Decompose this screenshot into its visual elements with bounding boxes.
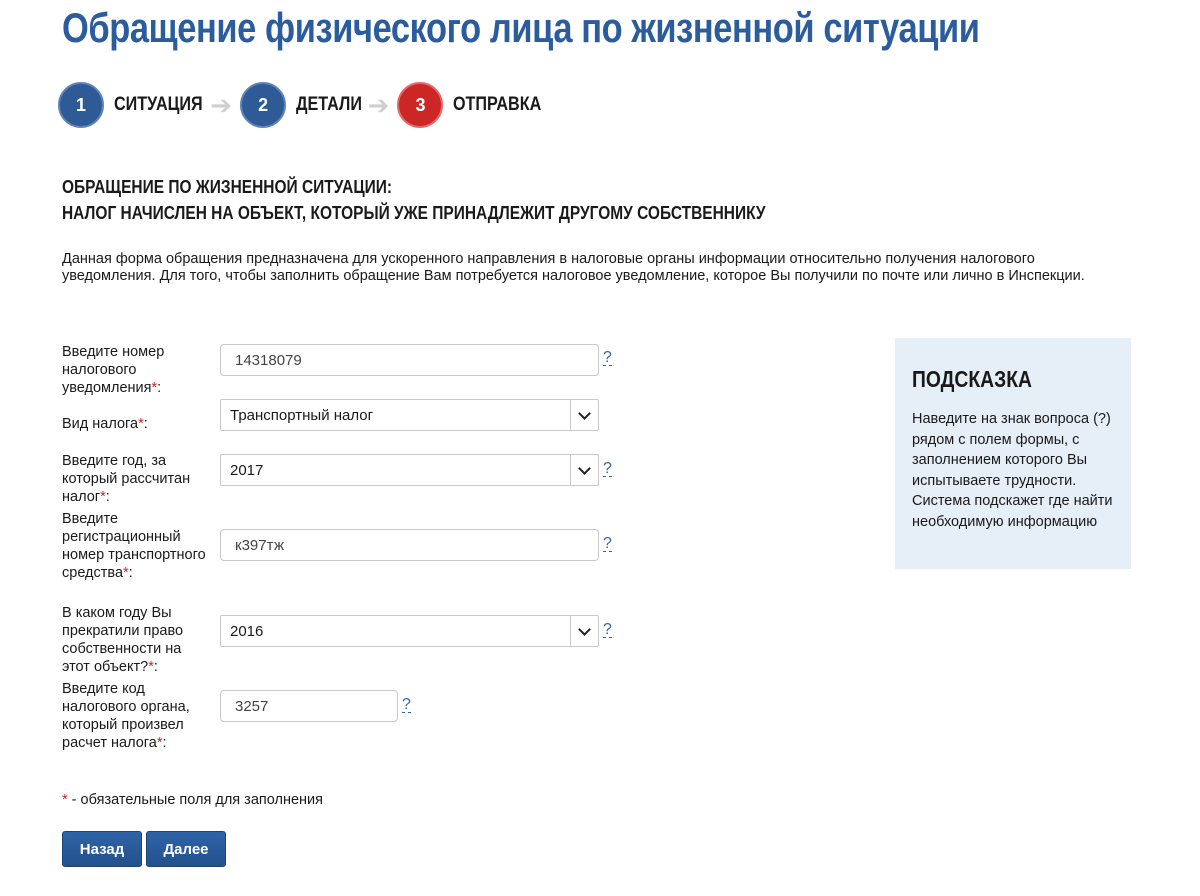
required-fields-note: * - обязательные поля для заполнения <box>62 792 323 808</box>
step-3-number: 3 <box>397 82 444 128</box>
vehicle-number-input[interactable]: к397тж <box>220 529 599 561</box>
tax-type-label: Вид налога*: <box>62 416 148 432</box>
required-mark: * <box>138 416 144 432</box>
tax-type-select[interactable]: Транспортный налог <box>220 399 599 431</box>
ownership-end-year-help-icon[interactable]: ? <box>603 622 612 638</box>
tax-year-label: Введите год, за который рассчитан налог*… <box>62 453 191 505</box>
tax-type-value: Транспортный налог <box>230 406 374 424</box>
step-2-number: 2 <box>240 82 287 128</box>
ownership-end-year-label: В каком году Вы прекратили право собстве… <box>62 605 184 675</box>
vehicle-number-help-icon[interactable]: ? <box>603 536 612 552</box>
hint-text: Наведите на знак вопроса (?) рядом с пол… <box>912 411 1113 530</box>
notice-number-help-icon[interactable]: ? <box>603 350 612 366</box>
notice-number-label: Введите номер налогового уведомления*: <box>62 344 165 396</box>
step-2-label: ДЕТАЛИ <box>296 94 363 115</box>
required-mark: * <box>151 380 158 396</box>
tax-year-help-icon[interactable]: ? <box>603 461 612 477</box>
section-heading-line2: НАЛОГ НАЧИСЛЕН НА ОБЪЕКТ, КОТОРЫЙ УЖЕ ПР… <box>62 203 766 223</box>
page-title: Обращение физического лица по жизненной … <box>62 4 980 51</box>
notice-number-input[interactable]: 14318079 <box>220 344 599 376</box>
tax-year-select[interactable]: 2017 <box>220 454 599 486</box>
tax-office-code-label: Введите код налогового органа, который п… <box>62 681 190 751</box>
required-mark: * <box>100 489 106 505</box>
arrow-right-icon: ➔ <box>210 90 233 120</box>
step-details[interactable]: 2 ДЕТАЛИ <box>240 82 374 128</box>
arrow-right-icon: ➔ <box>367 90 390 120</box>
progress-steps: 1 СИТУАЦИЯ ➔ 2 ДЕТАЛИ ➔ 3 ОТПРАВКА <box>58 80 557 130</box>
step-3-label: ОТПРАВКА <box>453 94 542 115</box>
next-button[interactable]: Далее <box>146 831 226 867</box>
step-1-label: СИТУАЦИЯ <box>114 94 203 115</box>
chevron-down-icon[interactable] <box>570 455 598 485</box>
intro-text: Данная форма обращения предназначена для… <box>62 251 1085 284</box>
vehicle-number-label: Введите регистрационный номер транспортн… <box>62 511 206 581</box>
step-situation[interactable]: 1 СИТУАЦИЯ <box>58 82 218 128</box>
tax-year-value: 2017 <box>230 461 264 479</box>
required-mark: * <box>156 735 163 751</box>
required-mark: * <box>123 565 129 581</box>
section-heading-line1: ОБРАЩЕНИЕ ПО ЖИЗНЕННОЙ СИТУАЦИИ: <box>62 177 393 197</box>
tax-office-code-input[interactable]: 3257 <box>220 690 398 722</box>
back-button[interactable]: Назад <box>62 831 142 867</box>
tax-office-code-help-icon[interactable]: ? <box>402 697 411 713</box>
step-1-number: 1 <box>58 82 104 128</box>
ownership-end-year-value: 2016 <box>230 622 264 640</box>
step-submit: 3 ОТПРАВКА <box>397 82 557 128</box>
chevron-down-icon[interactable] <box>570 616 598 646</box>
chevron-down-icon[interactable] <box>570 400 598 430</box>
hint-title: ПОДСКАЗКА <box>912 366 1032 392</box>
hint-panel: ПОДСКАЗКА Наведите на знак вопроса (?) р… <box>895 338 1131 569</box>
section-heading: ОБРАЩЕНИЕ ПО ЖИЗНЕННОЙ СИТУАЦИИ: НАЛОГ Н… <box>62 174 766 226</box>
required-mark: * <box>148 659 154 675</box>
ownership-end-year-select[interactable]: 2016 <box>220 615 599 647</box>
